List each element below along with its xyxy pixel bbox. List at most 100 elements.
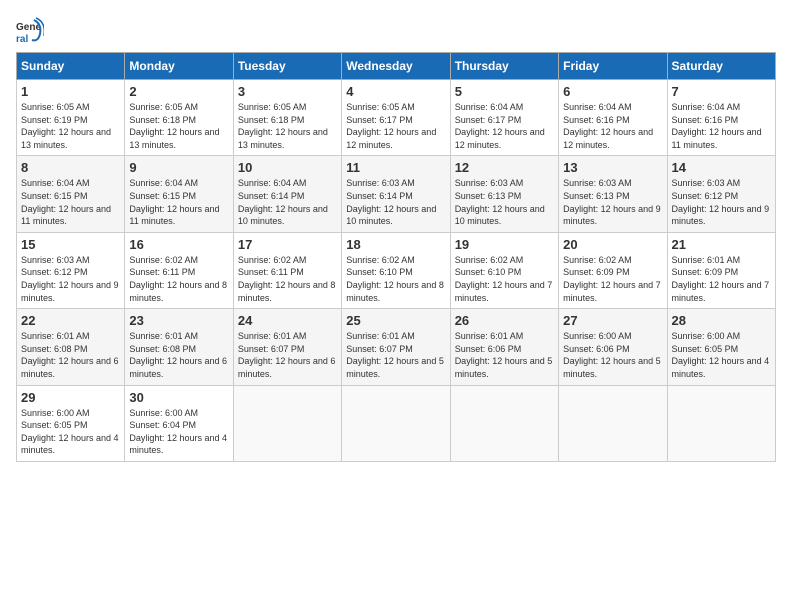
day-number: 1 — [21, 84, 120, 99]
calendar-cell: 8 Sunrise: 6:04 AM Sunset: 6:15 PM Dayli… — [17, 156, 125, 232]
day-number: 7 — [672, 84, 771, 99]
day-number: 23 — [129, 313, 228, 328]
calendar-cell: 29 Sunrise: 6:00 AM Sunset: 6:05 PM Dayl… — [17, 385, 125, 461]
calendar-cell: 18 Sunrise: 6:02 AM Sunset: 6:10 PM Dayl… — [342, 232, 450, 308]
day-number: 2 — [129, 84, 228, 99]
day-info: Sunrise: 6:05 AM Sunset: 6:19 PM Dayligh… — [21, 101, 120, 151]
calendar-cell: 1 Sunrise: 6:05 AM Sunset: 6:19 PM Dayli… — [17, 80, 125, 156]
day-number: 18 — [346, 237, 445, 252]
calendar-cell — [559, 385, 667, 461]
calendar-cell: 19 Sunrise: 6:02 AM Sunset: 6:10 PM Dayl… — [450, 232, 558, 308]
day-number: 14 — [672, 160, 771, 175]
calendar-week-3: 15 Sunrise: 6:03 AM Sunset: 6:12 PM Dayl… — [17, 232, 776, 308]
calendar-cell: 21 Sunrise: 6:01 AM Sunset: 6:09 PM Dayl… — [667, 232, 775, 308]
calendar-cell: 16 Sunrise: 6:02 AM Sunset: 6:11 PM Dayl… — [125, 232, 233, 308]
day-info: Sunrise: 6:02 AM Sunset: 6:10 PM Dayligh… — [455, 254, 554, 304]
day-info: Sunrise: 6:01 AM Sunset: 6:08 PM Dayligh… — [21, 330, 120, 380]
day-number: 9 — [129, 160, 228, 175]
calendar-cell: 28 Sunrise: 6:00 AM Sunset: 6:05 PM Dayl… — [667, 309, 775, 385]
day-number: 6 — [563, 84, 662, 99]
day-number: 27 — [563, 313, 662, 328]
day-number: 8 — [21, 160, 120, 175]
calendar-cell — [667, 385, 775, 461]
day-info: Sunrise: 6:01 AM Sunset: 6:06 PM Dayligh… — [455, 330, 554, 380]
calendar-cell: 7 Sunrise: 6:04 AM Sunset: 6:16 PM Dayli… — [667, 80, 775, 156]
calendar-header-row: SundayMondayTuesdayWednesdayThursdayFrid… — [17, 53, 776, 80]
day-number: 17 — [238, 237, 337, 252]
day-info: Sunrise: 6:03 AM Sunset: 6:12 PM Dayligh… — [672, 177, 771, 227]
day-number: 22 — [21, 313, 120, 328]
day-number: 30 — [129, 390, 228, 405]
day-info: Sunrise: 6:04 AM Sunset: 6:15 PM Dayligh… — [21, 177, 120, 227]
calendar-cell: 12 Sunrise: 6:03 AM Sunset: 6:13 PM Dayl… — [450, 156, 558, 232]
day-info: Sunrise: 6:04 AM Sunset: 6:14 PM Dayligh… — [238, 177, 337, 227]
day-number: 13 — [563, 160, 662, 175]
calendar-week-5: 29 Sunrise: 6:00 AM Sunset: 6:05 PM Dayl… — [17, 385, 776, 461]
day-number: 21 — [672, 237, 771, 252]
calendar-cell — [342, 385, 450, 461]
day-number: 20 — [563, 237, 662, 252]
day-info: Sunrise: 6:00 AM Sunset: 6:05 PM Dayligh… — [672, 330, 771, 380]
calendar-week-2: 8 Sunrise: 6:04 AM Sunset: 6:15 PM Dayli… — [17, 156, 776, 232]
day-info: Sunrise: 6:00 AM Sunset: 6:06 PM Dayligh… — [563, 330, 662, 380]
day-info: Sunrise: 6:03 AM Sunset: 6:13 PM Dayligh… — [563, 177, 662, 227]
day-number: 26 — [455, 313, 554, 328]
calendar-cell: 23 Sunrise: 6:01 AM Sunset: 6:08 PM Dayl… — [125, 309, 233, 385]
page-header: Gene ral — [16, 16, 776, 44]
calendar-cell: 3 Sunrise: 6:05 AM Sunset: 6:18 PM Dayli… — [233, 80, 341, 156]
day-info: Sunrise: 6:04 AM Sunset: 6:15 PM Dayligh… — [129, 177, 228, 227]
calendar-cell: 17 Sunrise: 6:02 AM Sunset: 6:11 PM Dayl… — [233, 232, 341, 308]
column-header-sunday: Sunday — [17, 53, 125, 80]
day-info: Sunrise: 6:05 AM Sunset: 6:18 PM Dayligh… — [238, 101, 337, 151]
calendar-cell: 20 Sunrise: 6:02 AM Sunset: 6:09 PM Dayl… — [559, 232, 667, 308]
calendar-cell: 30 Sunrise: 6:00 AM Sunset: 6:04 PM Dayl… — [125, 385, 233, 461]
calendar-cell: 14 Sunrise: 6:03 AM Sunset: 6:12 PM Dayl… — [667, 156, 775, 232]
day-info: Sunrise: 6:02 AM Sunset: 6:09 PM Dayligh… — [563, 254, 662, 304]
column-header-thursday: Thursday — [450, 53, 558, 80]
calendar-week-1: 1 Sunrise: 6:05 AM Sunset: 6:19 PM Dayli… — [17, 80, 776, 156]
calendar-week-4: 22 Sunrise: 6:01 AM Sunset: 6:08 PM Dayl… — [17, 309, 776, 385]
calendar-cell: 9 Sunrise: 6:04 AM Sunset: 6:15 PM Dayli… — [125, 156, 233, 232]
day-number: 10 — [238, 160, 337, 175]
calendar-cell: 26 Sunrise: 6:01 AM Sunset: 6:06 PM Dayl… — [450, 309, 558, 385]
calendar-cell: 25 Sunrise: 6:01 AM Sunset: 6:07 PM Dayl… — [342, 309, 450, 385]
calendar-cell: 4 Sunrise: 6:05 AM Sunset: 6:17 PM Dayli… — [342, 80, 450, 156]
calendar-cell: 15 Sunrise: 6:03 AM Sunset: 6:12 PM Dayl… — [17, 232, 125, 308]
day-info: Sunrise: 6:04 AM Sunset: 6:17 PM Dayligh… — [455, 101, 554, 151]
day-number: 24 — [238, 313, 337, 328]
day-number: 29 — [21, 390, 120, 405]
column-header-monday: Monday — [125, 53, 233, 80]
day-info: Sunrise: 6:00 AM Sunset: 6:04 PM Dayligh… — [129, 407, 228, 457]
calendar-cell: 11 Sunrise: 6:03 AM Sunset: 6:14 PM Dayl… — [342, 156, 450, 232]
day-number: 5 — [455, 84, 554, 99]
day-info: Sunrise: 6:01 AM Sunset: 6:07 PM Dayligh… — [346, 330, 445, 380]
day-number: 15 — [21, 237, 120, 252]
column-header-tuesday: Tuesday — [233, 53, 341, 80]
calendar-cell: 13 Sunrise: 6:03 AM Sunset: 6:13 PM Dayl… — [559, 156, 667, 232]
day-number: 19 — [455, 237, 554, 252]
day-info: Sunrise: 6:03 AM Sunset: 6:12 PM Dayligh… — [21, 254, 120, 304]
day-info: Sunrise: 6:01 AM Sunset: 6:08 PM Dayligh… — [129, 330, 228, 380]
day-info: Sunrise: 6:00 AM Sunset: 6:05 PM Dayligh… — [21, 407, 120, 457]
column-header-saturday: Saturday — [667, 53, 775, 80]
day-info: Sunrise: 6:02 AM Sunset: 6:10 PM Dayligh… — [346, 254, 445, 304]
day-info: Sunrise: 6:05 AM Sunset: 6:18 PM Dayligh… — [129, 101, 228, 151]
day-info: Sunrise: 6:01 AM Sunset: 6:09 PM Dayligh… — [672, 254, 771, 304]
day-number: 28 — [672, 313, 771, 328]
logo-icon: Gene ral — [16, 16, 44, 44]
day-info: Sunrise: 6:04 AM Sunset: 6:16 PM Dayligh… — [672, 101, 771, 151]
day-info: Sunrise: 6:03 AM Sunset: 6:14 PM Dayligh… — [346, 177, 445, 227]
calendar-cell: 6 Sunrise: 6:04 AM Sunset: 6:16 PM Dayli… — [559, 80, 667, 156]
logo: Gene ral — [16, 16, 48, 44]
calendar-cell: 22 Sunrise: 6:01 AM Sunset: 6:08 PM Dayl… — [17, 309, 125, 385]
svg-text:ral: ral — [16, 34, 28, 44]
day-number: 12 — [455, 160, 554, 175]
calendar-cell: 5 Sunrise: 6:04 AM Sunset: 6:17 PM Dayli… — [450, 80, 558, 156]
column-header-friday: Friday — [559, 53, 667, 80]
day-info: Sunrise: 6:01 AM Sunset: 6:07 PM Dayligh… — [238, 330, 337, 380]
calendar-table: SundayMondayTuesdayWednesdayThursdayFrid… — [16, 52, 776, 462]
day-info: Sunrise: 6:03 AM Sunset: 6:13 PM Dayligh… — [455, 177, 554, 227]
day-number: 25 — [346, 313, 445, 328]
calendar-cell — [450, 385, 558, 461]
calendar-cell: 27 Sunrise: 6:00 AM Sunset: 6:06 PM Dayl… — [559, 309, 667, 385]
